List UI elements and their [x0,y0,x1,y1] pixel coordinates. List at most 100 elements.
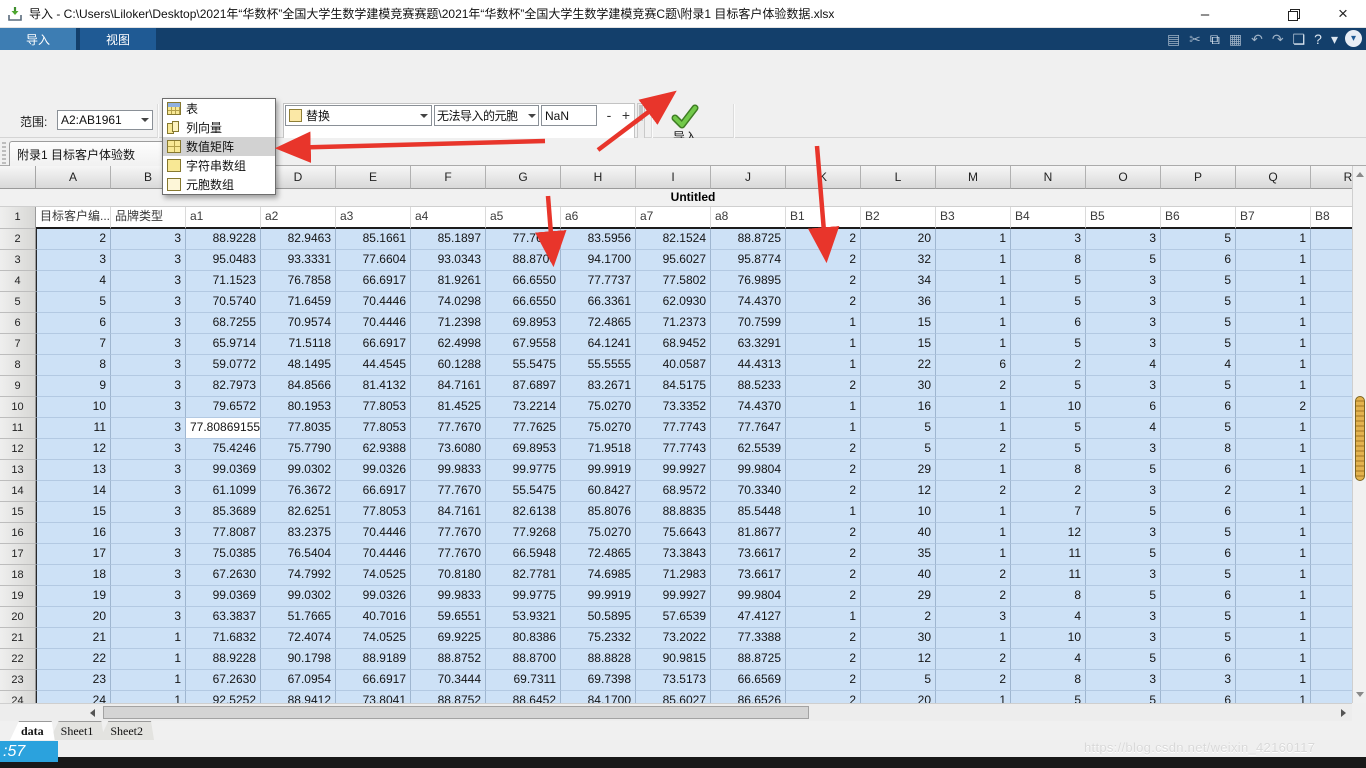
grid-cell[interactable]: 3 [36,250,111,271]
grid-cell[interactable]: 2 [786,376,861,397]
grid-cell[interactable]: 3 [1086,271,1161,292]
grid-cell[interactable]: B1 [786,207,861,229]
grid-cell[interactable]: 30 [861,376,936,397]
grid-row-number[interactable]: 22 [0,649,36,670]
grid-cell[interactable]: 77.8053 [336,418,411,439]
sheet-tab-data[interactable]: data [10,721,55,740]
grid-cell[interactable]: 4 [36,271,111,292]
grid-cell[interactable]: 1 [936,418,1011,439]
grid-cell[interactable]: 77.5802 [636,271,711,292]
grid-cell[interactable]: 1 [1236,418,1311,439]
grid-cell[interactable]: 23 [36,670,111,691]
grid-cell[interactable]: 99.9804 [711,460,786,481]
grid-cell[interactable]: 15 [861,313,936,334]
grid-cell[interactable]: 82.7781 [486,565,561,586]
grid-cell[interactable]: 11 [1011,565,1086,586]
grid-cell[interactable]: B4 [1011,207,1086,229]
grid-cell[interactable]: 62.4998 [411,334,486,355]
grid-cell[interactable]: 2 [1236,397,1311,418]
grid-cell[interactable]: B2 [861,207,936,229]
grid-cell[interactable]: 3 [111,334,186,355]
grid-cell[interactable]: 73.2214 [486,397,561,418]
grid-cell[interactable]: 77.8053 [336,502,411,523]
grid-cell[interactable]: 2 [1011,355,1086,376]
grid-cell[interactable]: 77.7737 [561,271,636,292]
paste-icon[interactable]: ▦ [1229,28,1242,50]
grid-cell[interactable]: 5 [1011,691,1086,703]
grid-cell[interactable]: 5 [1161,418,1236,439]
cascade-windows-icon[interactable]: ❏ [1293,28,1306,50]
grid-cell[interactable]: 99.9927 [636,460,711,481]
grid-cell[interactable]: 2 [786,460,861,481]
grid-cell[interactable]: 3 [1086,313,1161,334]
grid-cell[interactable]: 87.6897 [486,376,561,397]
grid-cell[interactable]: 77.3388 [711,628,786,649]
grid-cell[interactable]: 1 [936,523,1011,544]
grid-cell[interactable] [1311,523,1352,544]
grid-cell[interactable]: 70.9574 [261,313,336,334]
grid-cell[interactable]: 88.9228 [186,229,261,250]
grid-cell[interactable]: 品牌类型 [111,207,186,229]
grid-cell[interactable]: 66.6550 [486,271,561,292]
grid-cell[interactable]: 2 [786,439,861,460]
grid-cell[interactable] [1311,628,1352,649]
grid-cell[interactable]: 1 [1236,586,1311,607]
grid-cell[interactable]: 6 [36,313,111,334]
grid-cell[interactable]: 66.6550 [486,292,561,313]
grid-cell[interactable]: 77.7670 [411,418,486,439]
grid-cell[interactable]: 3 [111,544,186,565]
grid-cell[interactable]: 6 [1161,397,1236,418]
grid-cell[interactable]: 70.4446 [336,313,411,334]
grid-cell[interactable]: 73.6617 [711,544,786,565]
grid-cell[interactable]: 99.9919 [561,586,636,607]
grid-cell[interactable]: 84.5175 [636,376,711,397]
grid-cell[interactable]: 3 [111,313,186,334]
grid-row-number[interactable]: 7 [0,334,36,355]
grid-row-number[interactable]: 21 [0,628,36,649]
grid-cell[interactable]: 67.2630 [186,670,261,691]
grid-cell[interactable]: 99.0326 [336,460,411,481]
grid-cell[interactable]: 85.1661 [336,229,411,250]
grid-cell[interactable] [1311,544,1352,565]
grid-cell[interactable]: 94.1700 [561,250,636,271]
grid-cell[interactable]: B6 [1161,207,1236,229]
grid-cell[interactable]: 83.2375 [261,523,336,544]
grid-row-number[interactable]: 16 [0,523,36,544]
grid-cell[interactable]: 3 [111,439,186,460]
grid-cell[interactable]: 44.4545 [336,355,411,376]
grid-cell[interactable]: 6 [1161,502,1236,523]
grid-cell[interactable]: 62.0930 [636,292,711,313]
grid-cell[interactable]: 12 [861,649,936,670]
grid-cell[interactable]: 77.7625 [486,418,561,439]
grid-cell[interactable]: 1 [1236,250,1311,271]
grid-cell[interactable]: 1 [1236,460,1311,481]
grid-cell[interactable]: 15 [861,334,936,355]
grid-cell[interactable]: 5 [1086,502,1161,523]
unimportable-rule-combobox[interactable]: 无法导入的元胞 [434,105,539,126]
grid-column-header[interactable]: G [486,166,561,189]
grid-cell[interactable]: 60.8427 [561,481,636,502]
grid-cell[interactable]: 72.4865 [561,313,636,334]
grid-cell[interactable]: 71.6459 [261,292,336,313]
grid-cell[interactable]: 3 [111,271,186,292]
grid-cell[interactable]: 75.4246 [186,439,261,460]
grid-cell[interactable]: 44.4313 [711,355,786,376]
grid-cell[interactable]: 22 [36,649,111,670]
drag-handle[interactable] [2,142,6,164]
grid-row-number[interactable]: 1 [0,207,36,229]
grid-cell[interactable]: 5 [1086,460,1161,481]
grid-cell[interactable]: 5 [1161,229,1236,250]
grid-cell[interactable]: 18 [36,565,111,586]
grid-cell[interactable]: B5 [1086,207,1161,229]
grid-cell[interactable]: 88.8725 [711,229,786,250]
grid-column-header[interactable]: M [936,166,1011,189]
grid-cell[interactable]: 5 [1161,292,1236,313]
grid-cell[interactable]: 63.3837 [186,607,261,628]
grid-cell[interactable]: 2 [936,376,1011,397]
grid-cell[interactable]: 70.3340 [711,481,786,502]
grid-row-number[interactable]: 20 [0,607,36,628]
grid-cell[interactable]: 64.1241 [561,334,636,355]
grid-cell[interactable]: 75.0270 [561,397,636,418]
grid-cell[interactable]: 77.8053 [336,397,411,418]
grid-cell[interactable]: 3 [111,607,186,628]
